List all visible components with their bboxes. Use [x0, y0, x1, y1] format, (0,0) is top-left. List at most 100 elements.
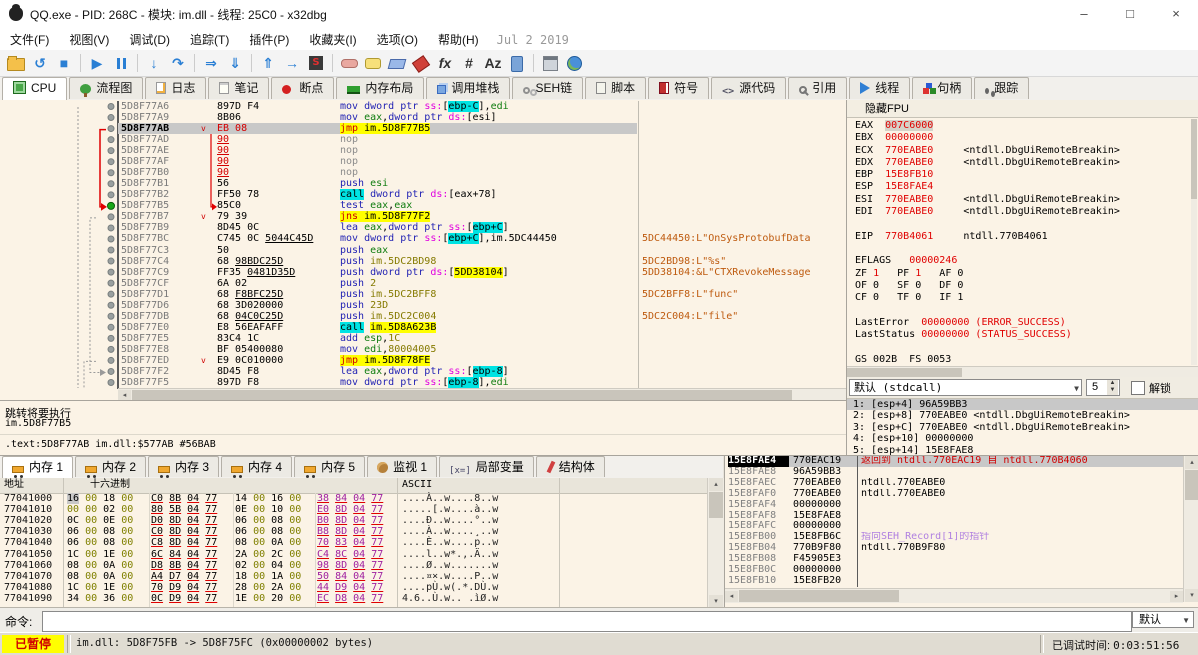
register-line[interactable]: LastError 00000000 (ERROR_SUCCESS)	[855, 317, 1191, 329]
disasm-row[interactable]: 5D8F77B2 FF50 78 call dword ptr ds:[eax+78…	[0, 189, 846, 201]
stop-icon[interactable]: ■	[53, 52, 75, 74]
hide-fpu-button[interactable]: 隐藏FPU	[847, 100, 1198, 118]
menu-文件[interactable]: 文件(F)	[0, 28, 59, 51]
scroll-up-arrow[interactable]: ▴	[709, 478, 723, 491]
disasm-row[interactable]: 5D8F77B0 90 nop	[0, 167, 846, 178]
registers-vscrollbar[interactable]	[1191, 119, 1197, 365]
command-input[interactable]	[42, 611, 1132, 632]
tab-memory-map[interactable]: 内存布局	[336, 77, 425, 99]
disassembly-hscrollbar[interactable]: ◂	[118, 388, 846, 400]
step-out-icon[interactable]: ⇓	[224, 52, 246, 74]
register-line[interactable]: EBP 15E8FB10	[855, 169, 1191, 181]
scroll-left-arrow[interactable]: ◂	[725, 591, 738, 602]
stack-vscrollbar[interactable]: ▴ ▾	[1183, 456, 1198, 602]
patch-icon[interactable]	[338, 52, 360, 74]
stack-hscrollbar[interactable]: ◂ ▸	[725, 588, 1183, 603]
tab-trace[interactable]: 跟踪	[974, 77, 1030, 99]
register-line[interactable]	[855, 218, 1191, 230]
dump-row[interactable]: 77041030 06 00 08 00 C0 8D 04 77 06 00 08 0…	[0, 526, 705, 537]
bookmark-icon[interactable]	[410, 52, 432, 74]
scroll-thumb[interactable]	[847, 368, 962, 377]
register-line[interactable]: OF 0 SF 0 DF 0	[855, 280, 1191, 292]
scylla-icon[interactable]: S	[305, 52, 327, 74]
menu-帮助[interactable]: 帮助(H)	[428, 28, 489, 51]
menu-追踪[interactable]: 追踪(T)	[180, 28, 239, 51]
register-line[interactable]: EDI 770EABE0 <ntdll.DbgUiRemoteBreakin>	[855, 206, 1191, 218]
tab-seh[interactable]: SEH链	[512, 77, 584, 99]
dump-row[interactable]: 77041000 16 00 18 00 C0 8B 04 77 14 00 16 0…	[0, 493, 705, 504]
disasm-row[interactable]: 5D8F77E8 BF 05400080 mov edi,80004005	[0, 344, 846, 355]
menu-收藏夹[interactable]: 收藏夹(I)	[299, 28, 366, 51]
label-icon[interactable]	[386, 52, 408, 74]
disasm-row[interactable]: 5D8F77E0 E8 56EAFAFF call im.5D8A623B	[0, 321, 846, 333]
disasm-row[interactable]: 5D8F77C9 FF35 0481D35D push dword ptr ds:[…	[0, 266, 846, 278]
register-line[interactable]: EIP 770B4061 ntdll.770B4061	[855, 231, 1191, 243]
maximize-button[interactable]: □	[1108, 0, 1152, 28]
open-file-icon[interactable]	[5, 52, 27, 74]
dump-row[interactable]: 77041020 0C 00 0E 00 D0 8D 04 77 06 00 08 0…	[0, 515, 705, 526]
tab-source[interactable]: <> 源代码	[711, 77, 787, 99]
tab-struct[interactable]: 结构体	[535, 456, 605, 477]
run-icon[interactable]: ▶	[86, 52, 108, 74]
tab-dump-4[interactable]: 内存 4	[221, 456, 293, 478]
run-until-icon[interactable]: ⇑	[257, 52, 279, 74]
az-icon[interactable]: Az	[482, 52, 504, 74]
disasm-row[interactable]: 5D8F77AE 90 nop	[0, 145, 846, 156]
tab-dump-1[interactable]: 内存 1	[2, 456, 74, 478]
scroll-down-arrow[interactable]: ▾	[1185, 589, 1198, 602]
close-button[interactable]: ×	[1154, 0, 1198, 28]
disasm-row[interactable]: 5D8F77C3 50 push eax	[0, 245, 846, 256]
tab-log[interactable]: 日志	[145, 77, 207, 99]
tab-call-stack[interactable]: 调用堆栈	[426, 77, 511, 99]
register-line[interactable]: EDX 770EABE0 <ntdll.DbgUiRemoteBreakin>	[855, 157, 1191, 169]
tab-script[interactable]: 脚本	[585, 77, 647, 99]
register-line[interactable]: ESP 15E8FAE4	[855, 181, 1191, 193]
modules-icon[interactable]	[506, 52, 528, 74]
call-argument-row[interactable]: 2: [esp+8] 770EABE0 <ntdll.DbgUiRemoteBr…	[847, 410, 1198, 421]
register-line[interactable]: EAX 007C6000	[855, 120, 1191, 132]
register-line[interactable]: EBX 00000000	[855, 132, 1191, 144]
scroll-left-arrow[interactable]: ◂	[118, 390, 131, 400]
register-line[interactable]: GS 002B FS 0053	[855, 354, 1191, 366]
scroll-thumb[interactable]	[739, 590, 899, 602]
disasm-row[interactable]: 5D8F77B9 8D45 0C lea eax,dword ptr ss:[ebp…	[0, 222, 846, 234]
function-icon[interactable]: fx	[434, 52, 456, 74]
register-line[interactable]: EFLAGS 00000246	[855, 255, 1191, 267]
register-line[interactable]: ZF 1 PF 1 AF 0	[855, 268, 1191, 280]
tab-dump-2[interactable]: 内存 2	[75, 456, 147, 478]
disasm-row[interactable]: 5D8F77B5 85C0 test eax,eax	[0, 200, 846, 211]
disasm-row[interactable]: 5D8F77AD 90 nop	[0, 134, 846, 145]
calculator-icon[interactable]	[539, 52, 561, 74]
register-line[interactable]: CF 0 TF 0 IF 1	[855, 292, 1191, 304]
minimize-button[interactable]: –	[1062, 0, 1106, 28]
dump-row[interactable]: 77041010 00 00 02 00 80 5B 04 77 0E 00 10 0…	[0, 504, 705, 515]
disasm-row[interactable]: 5D8F77D1 68 F8BFC25D push im.5DC2BFF8 5DC2B…	[0, 289, 846, 300]
stack-row[interactable]: 15E8FB10 15E8FB20	[725, 575, 1183, 587]
menu-视图[interactable]: 视图(V)	[59, 28, 119, 51]
restart-icon[interactable]: ↺	[29, 52, 51, 74]
disasm-row[interactable]: 5D8F77CF 6A 02 push 2	[0, 278, 846, 289]
tab-locals[interactable]: [x=] 局部变量	[439, 456, 534, 477]
disasm-row[interactable]: 5D8F77BC C745 0C 5044C45D mov dword ptr ss…	[0, 233, 846, 245]
goto-user-code-icon[interactable]: →	[281, 52, 303, 74]
calling-convention-select[interactable]: 默认 (stdcall) ▼	[849, 379, 1082, 396]
step-over-icon[interactable]: ↷	[167, 52, 189, 74]
disasm-row[interactable]: 5D8F77B1 56 push esi	[0, 178, 846, 189]
register-line[interactable]: ESI 770EABE0 <ntdll.DbgUiRemoteBreakin>	[855, 194, 1191, 206]
register-line[interactable]	[855, 341, 1191, 353]
dump-row[interactable]: 77041050 1C 00 1E 00 6C 84 04 77 2A 00 2C 0…	[0, 549, 705, 560]
dump-row[interactable]: 77041090 34 00 36 00 0C D9 04 77 1E 00 20 0…	[0, 593, 705, 604]
tab-graph[interactable]: 流程图	[69, 77, 144, 99]
disasm-row[interactable]: v 5D8F77AB EB 08 jmp im.5D8F77B5	[0, 123, 846, 135]
disasm-row[interactable]: 5D8F77DB 68 04C0C25D push im.5DC2C004 5DC2C…	[0, 311, 846, 322]
command-profile-select[interactable]: 默认 ▼	[1132, 611, 1194, 628]
dump-row[interactable]: 77041060 08 00 0A 00 D8 8B 04 77 02 00 04 0…	[0, 560, 705, 571]
scroll-thumb[interactable]	[1191, 119, 1197, 199]
menu-选项[interactable]: 选项(O)	[367, 28, 428, 51]
tab-breakpoints[interactable]: 断点	[271, 77, 335, 99]
register-line[interactable]	[855, 304, 1191, 316]
disasm-row[interactable]: 5D8F77A6 897D F4 mov dword ptr ss:[ebp-C],…	[0, 101, 846, 112]
disasm-row[interactable]: 5D8F77F2 8D45 F8 lea eax,dword ptr ss:[ebp…	[0, 365, 846, 377]
unlock-checkbox[interactable]	[1131, 381, 1145, 395]
register-line[interactable]: LastStatus 00000000 (STATUS_SUCCESS)	[855, 329, 1191, 341]
